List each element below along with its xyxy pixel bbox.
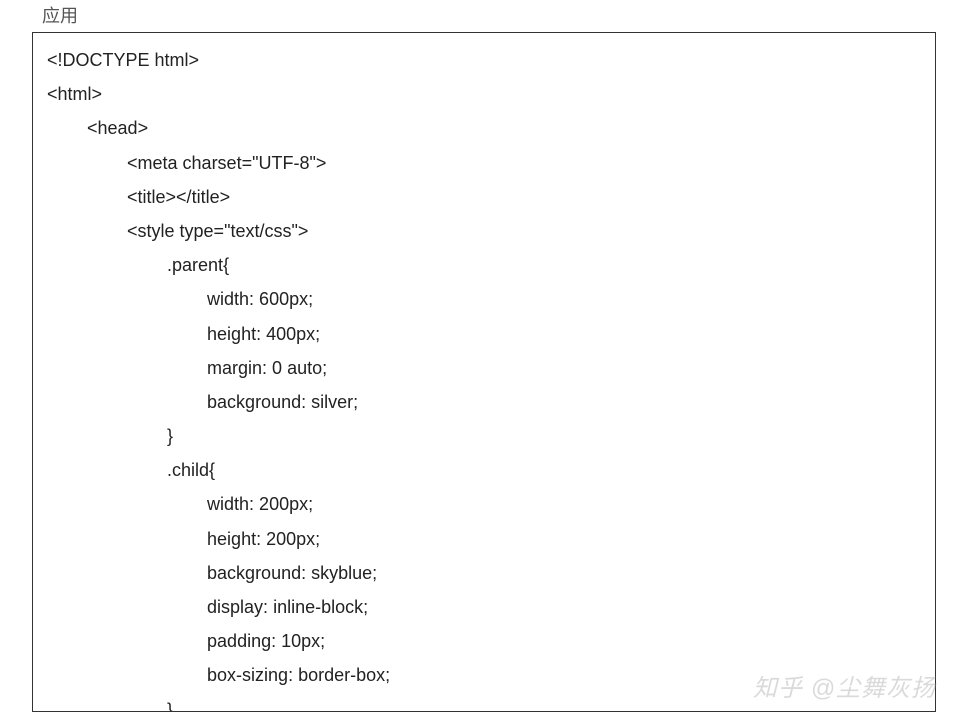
code-line: .parent{ xyxy=(47,248,921,282)
watermark: 知乎 @尘舞灰扬 xyxy=(753,668,936,703)
code-line: <style type="text/css"> xyxy=(47,214,921,248)
code-line: <html> xyxy=(47,77,921,111)
code-line: background: skyblue; xyxy=(47,556,921,590)
code-line: <meta charset="UTF-8"> xyxy=(47,146,921,180)
code-line: background: silver; xyxy=(47,385,921,419)
code-line: <title></title> xyxy=(47,180,921,214)
code-line: margin: 0 auto; xyxy=(47,351,921,385)
section-heading: 应用 xyxy=(0,0,956,32)
code-line: width: 600px; xyxy=(47,282,921,316)
code-line: .child{ xyxy=(47,453,921,487)
code-line: padding: 10px; xyxy=(47,624,921,658)
code-line: } xyxy=(47,419,921,453)
code-line: height: 400px; xyxy=(47,317,921,351)
code-line: width: 200px; xyxy=(47,487,921,521)
code-line: height: 200px; xyxy=(47,522,921,556)
code-line: <!DOCTYPE html> xyxy=(47,43,921,77)
code-block: <!DOCTYPE html> <html> <head> <meta char… xyxy=(32,32,936,712)
code-line: display: inline-block; xyxy=(47,590,921,624)
code-line: <head> xyxy=(47,111,921,145)
